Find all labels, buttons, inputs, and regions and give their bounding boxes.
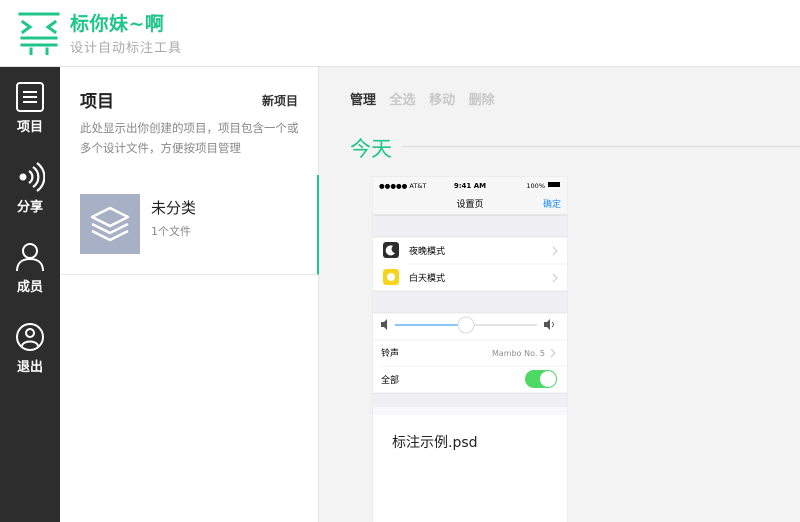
- section-date-heading: 今天: [350, 137, 392, 161]
- preview-battery-icon: [548, 182, 560, 187]
- project-item[interactable]: 未分类 1个文件: [60, 175, 319, 275]
- nav-item-project[interactable]: 项目: [0, 82, 60, 152]
- nav-label-member: 成员: [16, 280, 43, 295]
- panel-title: 项目: [80, 92, 114, 112]
- nav-label-share: 分享: [16, 200, 43, 215]
- sidebar-nav: 项目 分享 成员 退出: [0, 67, 60, 522]
- preview-row-night: 夜晚模式: [409, 245, 445, 257]
- project-panel: 项目 新项目 此处显示出你创建的项目，项目包含一个或多个设计文件，方便按项目管理…: [60, 67, 319, 522]
- preview-nav-action: 确定: [543, 198, 561, 210]
- preview-row-day: 白天模式: [409, 272, 445, 284]
- nav-label-project: 项目: [16, 120, 43, 135]
- file-card[interactable]: ●●●●● AT&T 9:41 AM 100% 设置页 确定 夜晚模式 白天模式: [373, 177, 567, 522]
- member-icon: [16, 243, 44, 272]
- project-file-count: 1个文件: [151, 225, 191, 238]
- brand-subtitle: 设计自动标注工具: [70, 41, 183, 56]
- preview-battery-text: 100%: [526, 182, 545, 190]
- section-divider: [402, 146, 800, 147]
- brand-logo-icon: [18, 12, 60, 55]
- preview-slider-thumb: [457, 316, 475, 334]
- preview-row-all: 全部: [381, 374, 399, 386]
- nav-item-member[interactable]: 成员: [0, 242, 60, 312]
- toolbar-select-all-button[interactable]: 全选: [390, 93, 416, 108]
- toolbar-manage-button[interactable]: 管理: [350, 93, 376, 108]
- main-content: 管理 全选 移动 删除 今天 ●●●●● AT&T 9:41 AM 100% 设…: [320, 67, 800, 522]
- toolbar-delete-button[interactable]: 删除: [469, 93, 495, 108]
- project-thumbnail: [80, 194, 140, 254]
- layers-icon: [90, 206, 130, 242]
- preview-nav-title: 设置页: [456, 199, 483, 210]
- nav-item-share[interactable]: 分享: [0, 162, 60, 232]
- new-project-button[interactable]: 新项目: [262, 92, 298, 109]
- share-icon: [19, 162, 45, 192]
- preview-carrier-text: ●●●●● AT&T: [379, 182, 426, 190]
- preview-ringtone-value: Mambo No. 5: [492, 349, 545, 358]
- nav-label-logout: 退出: [16, 360, 43, 375]
- brand-title: 标你妹~啊: [70, 13, 165, 35]
- nav-item-logout[interactable]: 退出: [0, 322, 60, 392]
- app-header: 标你妹~啊 设计自动标注工具: [0, 0, 800, 67]
- project-icon: [16, 82, 44, 112]
- panel-description: 此处显示出你创建的项目，项目包含一个或多个设计文件，方便按项目管理: [80, 121, 299, 155]
- card-fade-overlay: [373, 407, 567, 522]
- file-toolbar: 管理 全选 移动 删除: [350, 89, 504, 108]
- toolbar-move-button[interactable]: 移动: [429, 93, 455, 108]
- preview-time-text: 9:41 AM: [454, 182, 486, 190]
- project-name: 未分类: [151, 199, 197, 217]
- logout-icon: [16, 323, 44, 351]
- preview-row-ringtone: 铃声: [381, 347, 399, 359]
- file-name: 标注示例.psd: [392, 435, 478, 451]
